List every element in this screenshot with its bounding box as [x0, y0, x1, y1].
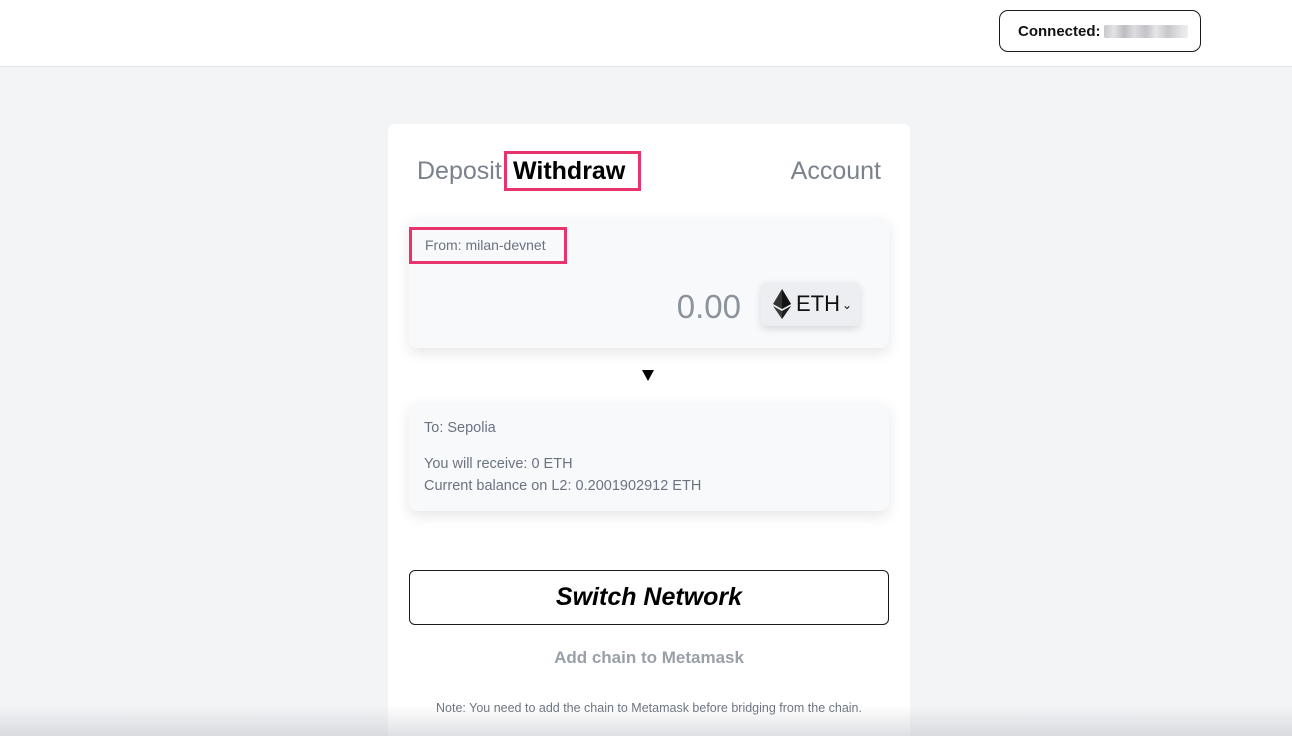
chevron-down-icon: ⌄: [842, 298, 853, 312]
from-panel: From: milan-devnet ETH ⌄: [409, 218, 889, 348]
receive-amount: You will receive: 0 ETH: [424, 456, 573, 472]
connected-wallet-button[interactable]: Connected:: [999, 10, 1201, 52]
tab-withdraw[interactable]: Withdraw: [504, 151, 641, 191]
to-panel: To: Sepolia You will receive: 0 ETH Curr…: [409, 403, 889, 511]
tab-account[interactable]: Account: [791, 157, 881, 186]
add-chain-link[interactable]: Add chain to Metamask: [388, 648, 910, 668]
top-bar: Connected:: [0, 0, 1292, 67]
token-select[interactable]: ETH ⌄: [761, 282, 860, 326]
connected-label: Connected:: [1018, 22, 1101, 40]
from-network-label: From: milan-devnet: [409, 227, 567, 264]
token-label: ETH: [796, 291, 840, 316]
wallet-address-redacted: [1103, 24, 1188, 38]
amount-input[interactable]: [559, 286, 741, 328]
to-network-label: To: Sepolia: [424, 420, 496, 436]
ethereum-icon: [773, 289, 791, 319]
switch-network-button[interactable]: Switch Network: [409, 570, 889, 625]
arrow-down-icon: [642, 370, 654, 381]
bridge-card: Deposit Withdraw Account From: milan-dev…: [388, 124, 910, 736]
current-balance: Current balance on L2: 0.2001902912 ETH: [424, 478, 702, 494]
note-text: Note: You need to add the chain to Metam…: [436, 701, 862, 715]
tab-deposit[interactable]: Deposit: [417, 157, 502, 186]
